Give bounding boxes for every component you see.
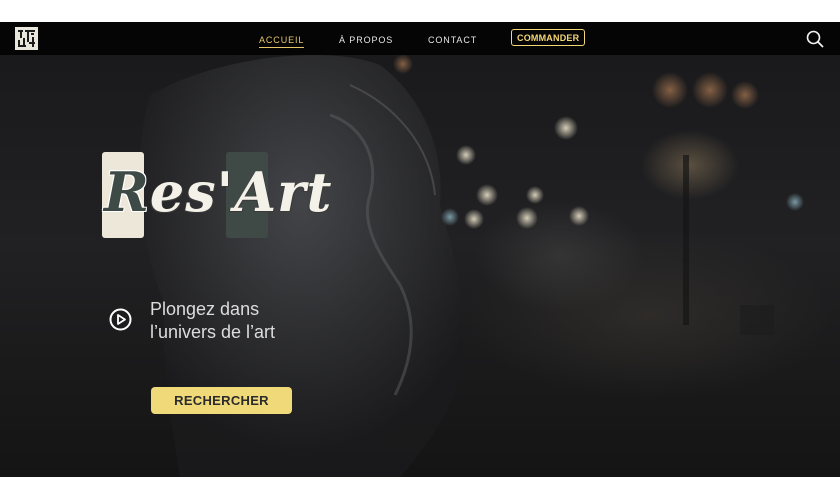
nav-link-contact[interactable]: CONTACT bbox=[428, 33, 477, 47]
search-button[interactable] bbox=[806, 30, 824, 48]
tagline-line-2: l’univers de l’art bbox=[150, 322, 276, 342]
play-circle-icon bbox=[109, 308, 132, 331]
nav-link-a-propos[interactable]: À PROPOS bbox=[339, 33, 393, 47]
tagline-line-1: Plongez dans bbox=[150, 299, 260, 319]
nav-links: ACCUEIL À PROPOS CONTACT COMMANDER bbox=[0, 22, 840, 55]
top-navbar: ACCUEIL À PROPOS CONTACT COMMANDER bbox=[0, 22, 840, 55]
bottom-whitespace bbox=[0, 477, 840, 500]
commander-button[interactable]: COMMANDER bbox=[511, 29, 586, 46]
brand-letter-r: R bbox=[104, 160, 150, 224]
brand-wordmark: Res'Art bbox=[104, 160, 333, 224]
hero-background-image bbox=[139, 55, 804, 477]
search-icon bbox=[806, 30, 824, 48]
hero-tagline: Plongez dans l’univers de l’art bbox=[150, 298, 350, 344]
play-video-button[interactable] bbox=[109, 308, 132, 331]
brand-letters-es: es' bbox=[149, 160, 235, 224]
brand-letters-rt: rt bbox=[277, 160, 333, 224]
brand-letter-a: A bbox=[234, 160, 278, 224]
nav-link-accueil[interactable]: ACCUEIL bbox=[259, 33, 305, 48]
brand-title: Res'Art bbox=[102, 152, 342, 238]
top-whitespace bbox=[0, 0, 840, 22]
rechercher-button[interactable]: RECHERCHER bbox=[151, 387, 292, 414]
hero-section: Res'Art Plongez dans l’univers de l’art … bbox=[0, 55, 840, 477]
